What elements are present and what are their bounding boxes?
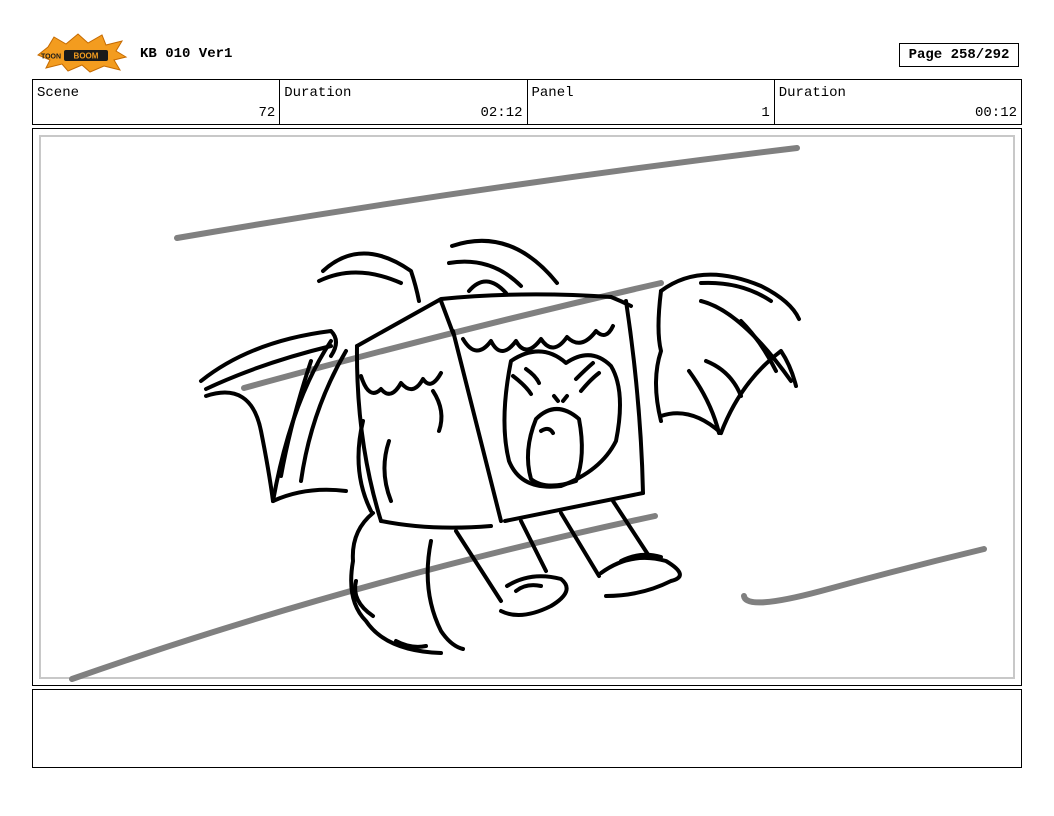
panel-duration-cell: Duration 00:12 <box>775 80 1021 124</box>
panel-value: 1 <box>761 105 770 121</box>
panel-duration-label: Duration <box>778 85 846 101</box>
scene-value: 72 <box>258 105 276 121</box>
logo-text-boom: BOOM <box>74 52 99 61</box>
scene-cell: Scene 72 <box>33 80 281 124</box>
panel-label: Panel <box>531 85 574 101</box>
logo-text-toon: TOON <box>41 54 61 61</box>
panel-duration-value: 00:12 <box>974 105 1017 121</box>
scene-duration-label: Duration <box>284 85 352 101</box>
toonboom-logo-icon: BOOM TOON <box>34 33 128 73</box>
scene-duration-value: 02:12 <box>480 105 523 121</box>
page-indicator: Page 258/292 <box>899 43 1019 67</box>
scene-duration-cell: Duration 02:12 <box>280 80 528 124</box>
panel-notes-box[interactable] <box>32 689 1022 768</box>
scene-info-row: Scene 72 Duration 02:12 Panel 1 Duration… <box>32 79 1022 125</box>
storyboard-panel <box>32 128 1022 686</box>
document-title: KB 010 Ver1 <box>140 46 233 62</box>
flying-creature-sketch-icon <box>69 145 987 682</box>
scene-label: Scene <box>37 85 80 101</box>
panel-cell: Panel 1 <box>528 80 775 124</box>
